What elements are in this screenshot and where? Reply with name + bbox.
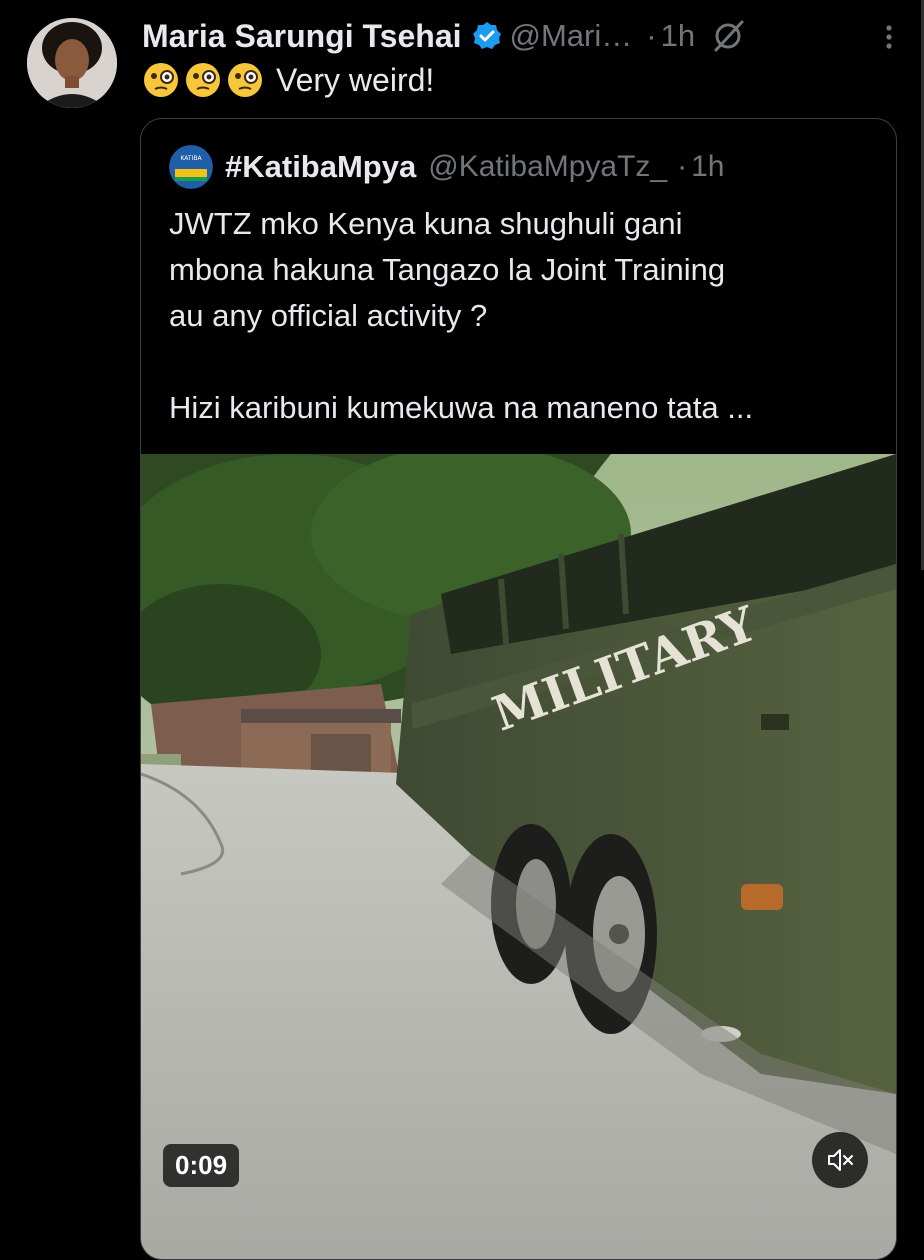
quoted-author-handle[interactable]: @KatibaMpyaTz_ [428, 150, 667, 184]
author-display-name[interactable]: Maria Sarungi Tsehai [142, 18, 462, 55]
post-header: Maria Sarungi Tsehai @Mari… · 1h [142, 16, 894, 56]
video-duration: 0:09 [163, 1144, 240, 1187]
video-player[interactable]: MILITARY 0:09 [141, 454, 896, 1259]
quoted-post-card[interactable]: KATIBA #KatibaMpya @KatibaMpyaTz_ · 1h J… [140, 118, 897, 1260]
post-timestamp[interactable]: 1h [661, 18, 695, 54]
face-with-monocle-icon [226, 61, 264, 99]
quoted-post-timestamp[interactable]: 1h [691, 150, 724, 184]
video-frame: MILITARY [141, 454, 896, 1259]
quoted-author-display-name[interactable]: #KatibaMpya [225, 149, 416, 185]
quoted-separator-dot: · [677, 150, 688, 183]
quoted-post-text: JWTZ mko Kenya kuna shughuli gani mbona … [169, 206, 754, 425]
author-handle[interactable]: @Mari… [510, 18, 633, 54]
face-with-monocle-icon [142, 61, 180, 99]
post-text-body: Very weird! [276, 61, 435, 98]
post-text: Very weird! [142, 58, 434, 102]
verified-badge-icon[interactable] [472, 21, 502, 51]
quoted-post-header: KATIBA #KatibaMpya @KatibaMpyaTz_ · 1h [169, 141, 725, 193]
author-avatar[interactable] [27, 18, 117, 108]
separator-dot: · [646, 18, 657, 53]
quoted-avatar-lettering: KATIBA [180, 155, 202, 162]
mute-button[interactable] [812, 1132, 868, 1188]
face-with-monocle-icon [184, 61, 222, 99]
grok-icon[interactable] [711, 19, 745, 53]
more-icon[interactable] [874, 20, 904, 54]
speaker-muted-icon [828, 1149, 853, 1171]
quoted-author-avatar[interactable]: KATIBA [169, 145, 213, 189]
